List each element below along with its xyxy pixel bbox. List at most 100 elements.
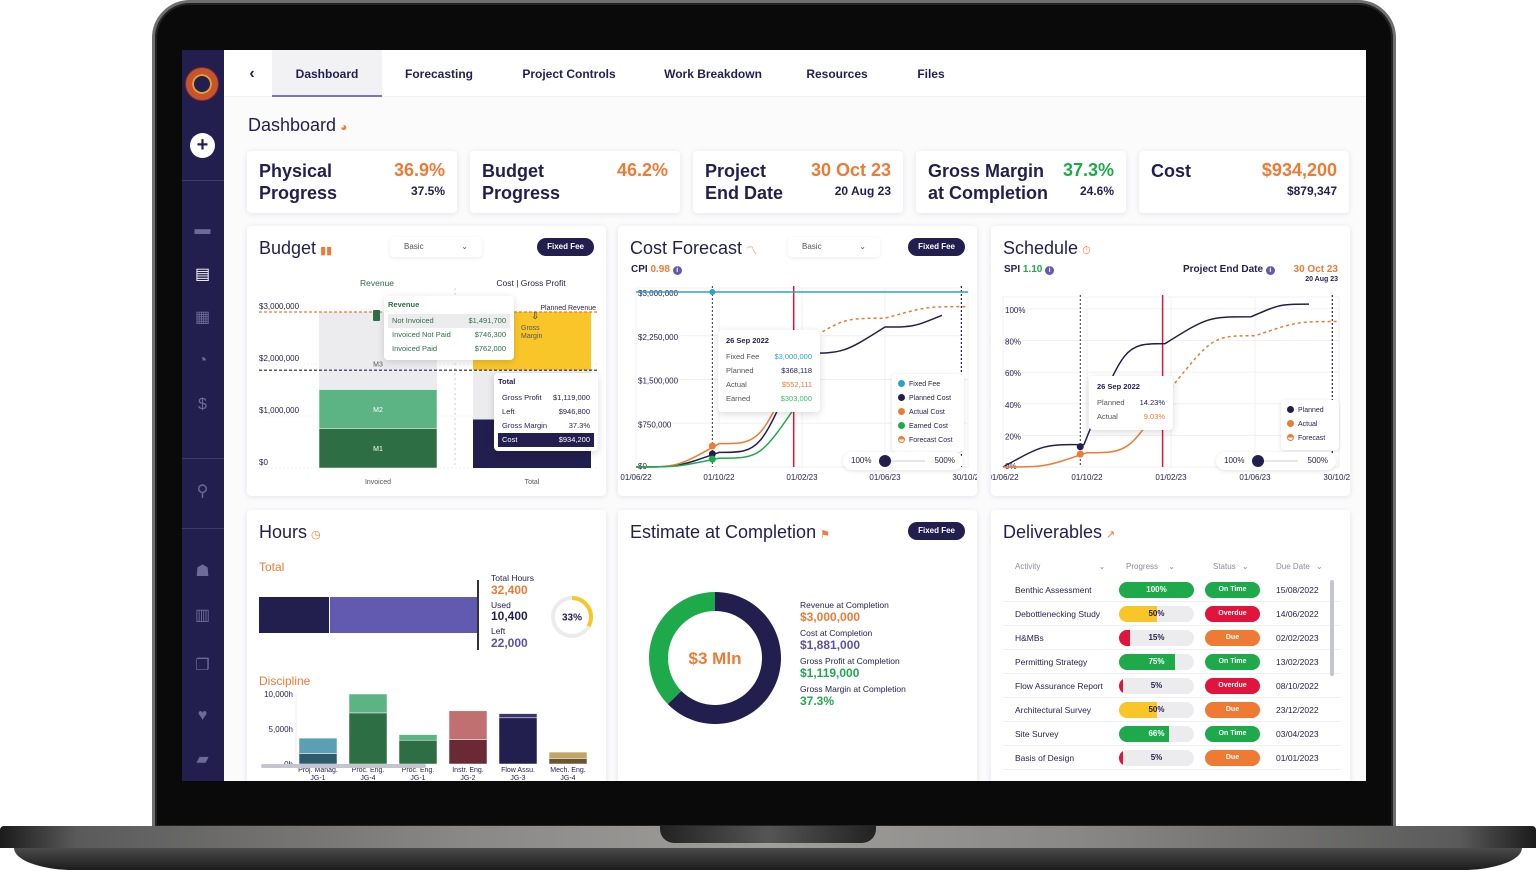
reports-icon[interactable]: ◔ bbox=[193, 351, 212, 370]
slider-handle[interactable] bbox=[1252, 455, 1264, 467]
tooltip-row: Planned $368,118 bbox=[726, 364, 812, 378]
cost-zoom-slider[interactable]: 100% 500% bbox=[843, 452, 963, 470]
back-button[interactable]: ‹ bbox=[232, 58, 272, 90]
eac-item-value: $3,000,000 bbox=[800, 610, 861, 624]
tab-work-breakdown[interactable]: Work Breakdown bbox=[648, 50, 778, 97]
money-hand-icon: ⇩ bbox=[531, 311, 539, 322]
cost-tooltip: 26 Sep 2022 Fixed Fee $3,000,000 Planned $3… bbox=[718, 330, 820, 412]
schedule-zoom-slider[interactable]: 100% 500% bbox=[1216, 452, 1336, 470]
x-tick-label: JG-2 bbox=[460, 775, 475, 781]
arrow-up-right-icon[interactable]: ↗ bbox=[1106, 529, 1115, 541]
column-header-progress[interactable]: Progress ⌄ bbox=[1126, 562, 1175, 571]
x-tick-label: 01/10/22 bbox=[703, 473, 735, 482]
series-point bbox=[708, 442, 716, 450]
eac-card: Estimate at Completion ⚑ Fixed Fee $3 Mln… bbox=[618, 510, 977, 781]
document-icon[interactable]: ▤ bbox=[193, 265, 212, 284]
tab-project-controls[interactable]: Project Controls bbox=[504, 50, 634, 97]
tooltip-row: Gross Margin 37.3% bbox=[498, 419, 594, 433]
y-tick-label: $2,250,000 bbox=[638, 333, 679, 342]
cards-icon[interactable]: ❐ bbox=[193, 656, 212, 675]
progress-bar: 5% bbox=[1119, 750, 1194, 766]
hours-divider bbox=[477, 580, 479, 650]
column-header-due-date[interactable]: Due Date ⌄ bbox=[1276, 562, 1323, 571]
y-tick-label: 10,000h bbox=[264, 690, 293, 699]
slider-handle[interactable] bbox=[879, 455, 891, 467]
progress-bar: 15% bbox=[1119, 630, 1194, 646]
bar-remaining bbox=[448, 710, 488, 740]
vertical-scrollbar[interactable] bbox=[1330, 580, 1334, 676]
eac-item: Cost at Completion $1,881,000 bbox=[800, 628, 906, 652]
app-screen: + ▬ ▤ ▦ ◔ $ ⚲ ☗ ▥ ❐ ♥ ▰ ‹ Dashboard Fore… bbox=[182, 50, 1366, 781]
top-navigation: ‹ Dashboard Forecasting Project Controls… bbox=[224, 50, 1366, 97]
legend-item: Actual bbox=[1287, 418, 1333, 432]
dashboard-icon: ◕ bbox=[340, 120, 348, 134]
horizontal-scrollbar[interactable] bbox=[261, 764, 426, 768]
search-user-icon[interactable]: ⚲ bbox=[193, 482, 212, 501]
legend-marker bbox=[898, 380, 905, 387]
series-point bbox=[708, 455, 716, 463]
tab-files[interactable]: Files bbox=[894, 50, 968, 97]
column-header-status[interactable]: Status ⌄ bbox=[1213, 562, 1249, 571]
x-tick-label: JG-3 bbox=[510, 775, 525, 781]
flag-icon: ⚑ bbox=[820, 529, 830, 541]
x-tick-label: Total bbox=[525, 479, 540, 486]
schedule-tooltip: 26 Sep 2022 Planned 14.23% Actual 9.03% bbox=[1089, 376, 1173, 430]
add-button[interactable]: + bbox=[190, 133, 215, 158]
calendar-icon[interactable]: ▦ bbox=[193, 308, 212, 327]
tooltip-label: Fixed Fee bbox=[726, 352, 760, 361]
fixed-fee-badge[interactable]: Fixed Fee bbox=[908, 522, 965, 540]
budget-card: Budget ▮▮ Basic ⌄ Fixed Fee Revenue Cost | … bbox=[247, 226, 606, 496]
table-row[interactable]: Permitting Strategy 75% On Time 13/02/2023 bbox=[1003, 650, 1341, 674]
kpi-physical-progress: Physical Progress 36.9% 37.5% bbox=[247, 151, 457, 213]
table-row[interactable]: Debottlenecking Study 50% Overdue 14/06/202… bbox=[1003, 602, 1341, 626]
legend-marker bbox=[1287, 420, 1294, 427]
kpi-sub-value: 37.5% bbox=[410, 184, 445, 198]
tab-forecasting[interactable]: Forecasting bbox=[384, 50, 494, 97]
table-row[interactable]: Benthic Assessment 100% On Time 15/08/2022 bbox=[1003, 578, 1341, 602]
chevron-down-icon: ⌄ bbox=[1098, 562, 1106, 571]
bar-used bbox=[548, 758, 588, 765]
legend-label: Forecast Cost bbox=[909, 437, 953, 444]
tooltip-label: Left bbox=[502, 407, 515, 416]
table-row[interactable]: Flow Assurance Report 5% Overdue 08/10/2022 bbox=[1003, 674, 1341, 698]
x-tick-label: Proc. Eng. bbox=[402, 767, 435, 774]
table-row[interactable]: Architectural Survey 50% Due 23/12/2022 bbox=[1003, 698, 1341, 722]
tab-dashboard[interactable]: Dashboard bbox=[272, 50, 382, 97]
laptop-notch bbox=[660, 826, 876, 843]
eac-item-value: $1,119,000 bbox=[800, 666, 860, 680]
legend-marker bbox=[898, 436, 905, 443]
x-tick-label: 01/10/22 bbox=[1071, 473, 1103, 482]
table-row[interactable]: Basis of Design 5% Due 01/01/2023 bbox=[1003, 746, 1341, 770]
tab-resources[interactable]: Resources bbox=[792, 50, 882, 97]
handshake-icon[interactable]: ♥ bbox=[193, 706, 212, 725]
tooltip-label: Earned bbox=[726, 394, 751, 403]
invoice-icon[interactable]: $ bbox=[193, 395, 212, 414]
building-icon[interactable]: ▥ bbox=[193, 606, 212, 625]
x-tick-label: 01/06/23 bbox=[1239, 473, 1271, 482]
kpi-value: 36.9% bbox=[393, 160, 445, 180]
status-badge: On Time bbox=[1205, 654, 1260, 670]
eac-item: Gross Profit at Completion $1,119,000 bbox=[800, 656, 906, 680]
tooltip-value: $368,118 bbox=[781, 366, 812, 375]
sidebar-divider bbox=[182, 458, 224, 459]
notes-icon[interactable]: ▬ bbox=[193, 220, 212, 239]
bar-m2-label: M2 bbox=[373, 407, 383, 414]
tooltip-row: Left $946,800 bbox=[498, 405, 594, 419]
status-badge: Overdue bbox=[1205, 678, 1260, 694]
legend-label: Fixed Fee bbox=[909, 381, 941, 388]
hours-summary: Total Hours 32,400 Used 10,400 Left 22,0… bbox=[491, 573, 534, 650]
table-row[interactable]: Site Survey 66% On Time 03/04/2023 bbox=[1003, 722, 1341, 746]
kpi-sub-value: $879,347 bbox=[1286, 184, 1337, 198]
page-title: Dashboard ◕ bbox=[248, 115, 348, 135]
activity-cell: Permitting Strategy bbox=[1015, 657, 1088, 667]
kpi-gross-margin: Gross Margin at Completion 37.3% 24.6% bbox=[916, 151, 1126, 213]
table-row[interactable]: H&MBs 15% Due 02/02/2023 bbox=[1003, 626, 1341, 650]
column-header-activity[interactable]: Activity ⌄ bbox=[1015, 562, 1105, 571]
team-icon[interactable]: ☗ bbox=[193, 562, 212, 581]
kpi-project-end-date: Project End Date 30 Oct 23 20 Aug 23 bbox=[693, 151, 903, 213]
tooltip-value: 37.3% bbox=[568, 421, 590, 430]
y-tick-label: $1,000,000 bbox=[259, 406, 300, 415]
sidebar-divider bbox=[182, 180, 224, 181]
kpi-label: Cost bbox=[1151, 161, 1191, 181]
folder-icon[interactable]: ▰ bbox=[193, 750, 212, 769]
